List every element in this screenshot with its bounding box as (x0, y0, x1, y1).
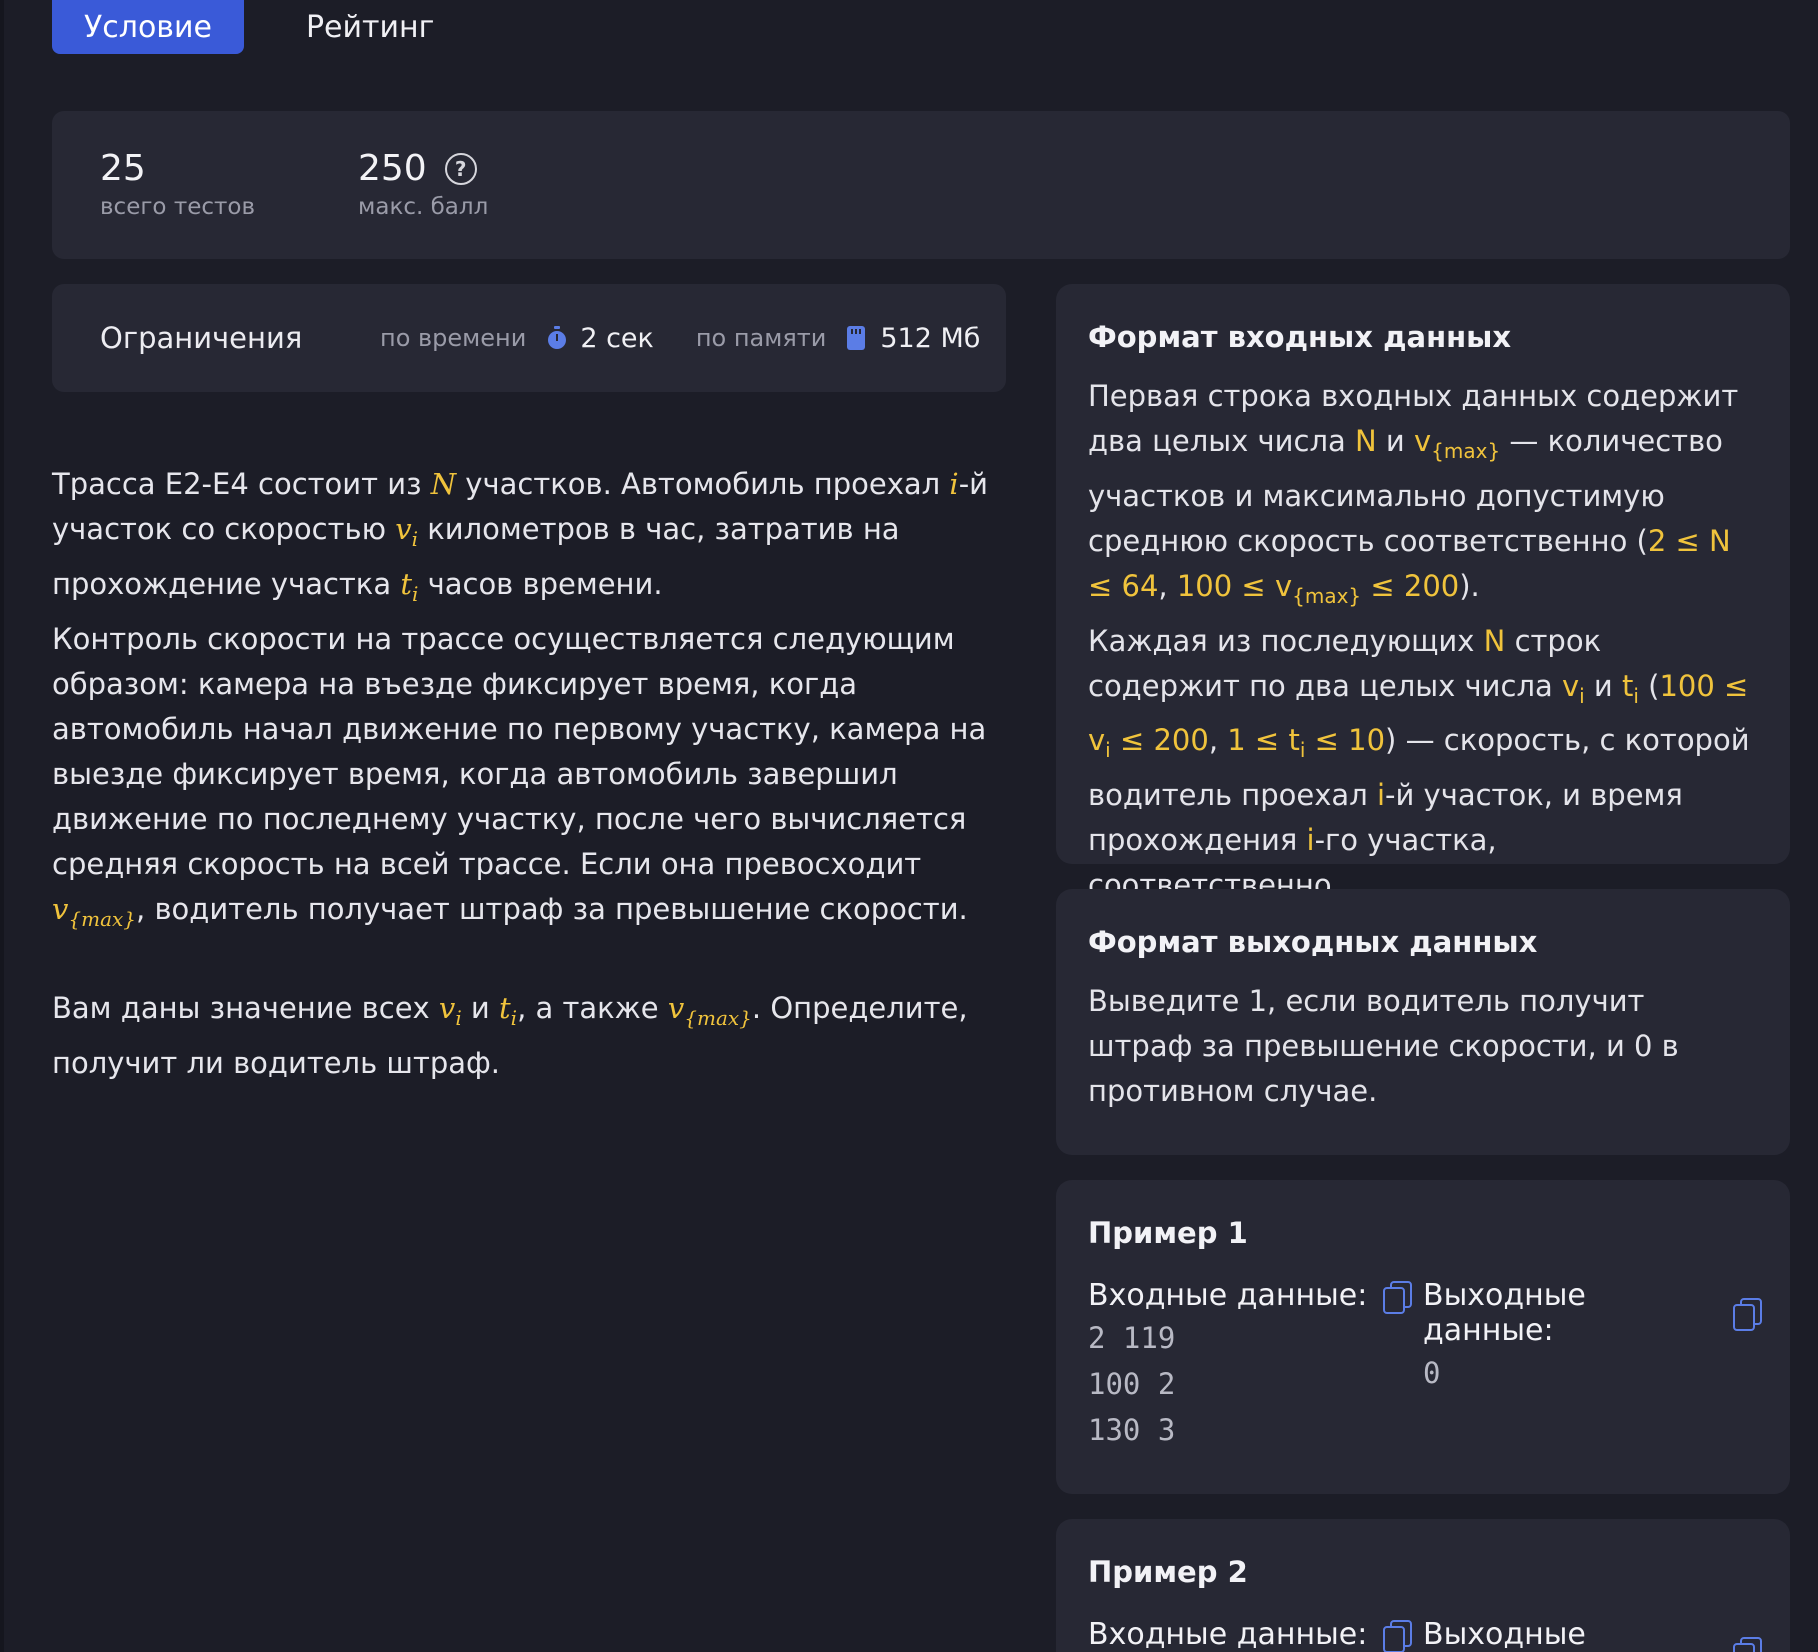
limits-panel: Ограничения по времени 2 сек по памяти 5… (52, 284, 1006, 392)
time-limit-value: 2 сек (580, 322, 654, 354)
memory-limit: по памяти 512 Мб (696, 323, 981, 354)
tests-count: 25 (100, 148, 146, 189)
max-score: 250 (358, 148, 427, 189)
copy-icon[interactable] (1732, 1637, 1763, 1652)
example-1-card: Пример 1 Входные данные: 2 119 100 2 130… (1056, 1180, 1790, 1494)
statement-paragraph-1: Трасса E2-E4 состоит из N участков. Авто… (52, 467, 988, 606)
example-1-title: Пример 1 (1088, 1216, 1248, 1250)
copy-icon[interactable] (1383, 1280, 1413, 1314)
output-label: Выходные данные: (1423, 1278, 1586, 1348)
tests-label: всего тестов (100, 194, 256, 221)
memory-limit-value: 512 Мб (880, 322, 981, 354)
input-format-text: Первая строка входных данных содержит дв… (1088, 379, 1750, 903)
copy-icon[interactable] (1383, 1619, 1413, 1652)
help-icon[interactable]: ? (444, 152, 477, 185)
tab-bar: Условие Рейтинг (52, 0, 466, 64)
score-stat: 250 ? макс. балл (358, 147, 488, 220)
statement-paragraph-2: Контроль скорости на трассе осуществляет… (52, 621, 987, 931)
time-limit-label: по времени (380, 324, 527, 352)
example-2-title: Пример 2 (1088, 1555, 1248, 1589)
problem-statement: Трасса E2-E4 состоит из N участков. Авто… (52, 462, 1012, 1086)
statement-paragraph-3: Вам даны значение всех vi и ti, а также … (52, 991, 968, 1081)
example-1-input: Входные данные: 2 119 100 2 130 3 (1088, 1278, 1423, 1453)
sidebar-edge (0, 0, 4, 1652)
example-2-input: Входные данные: (1088, 1617, 1423, 1652)
example-2-output: Выходные данные: (1423, 1617, 1763, 1652)
limits-title: Ограничения (100, 321, 303, 355)
tests-stat: 25 всего тестов (100, 147, 255, 220)
score-label: макс. балл (358, 194, 489, 221)
time-limit: по времени 2 сек (380, 323, 654, 354)
output-format-card: Формат выходных данных Выведите 1, если … (1056, 889, 1790, 1155)
example-1-output: Выходные данные: 0 (1423, 1278, 1763, 1453)
tab-rating[interactable]: Рейтинг (274, 0, 466, 54)
output-format-text: Выведите 1, если водитель получит штраф … (1088, 984, 1679, 1108)
input-format-card: Формат входных данных Первая строка вход… (1056, 284, 1790, 902)
memory-card-icon (846, 326, 868, 350)
example-2-card: Пример 2 Входные данные: Выходные данные… (1056, 1519, 1790, 1652)
example-1-input-data: 2 119 100 2 130 3 (1088, 1321, 1176, 1447)
input-format-title: Формат входных данных (1088, 320, 1512, 354)
input-label: Входные данные: (1088, 1617, 1368, 1652)
input-label: Входные данные: (1088, 1278, 1368, 1313)
stopwatch-icon (546, 326, 568, 350)
stats-panel: 25 всего тестов 250 ? макс. балл (52, 111, 1790, 259)
memory-limit-label: по памяти (695, 324, 827, 352)
copy-icon[interactable] (1732, 1298, 1763, 1331)
tab-condition[interactable]: Условие (52, 0, 244, 54)
example-1-output-data: 0 (1423, 1356, 1441, 1390)
output-label: Выходные данные: (1423, 1617, 1586, 1652)
output-format-title: Формат выходных данных (1088, 925, 1538, 959)
